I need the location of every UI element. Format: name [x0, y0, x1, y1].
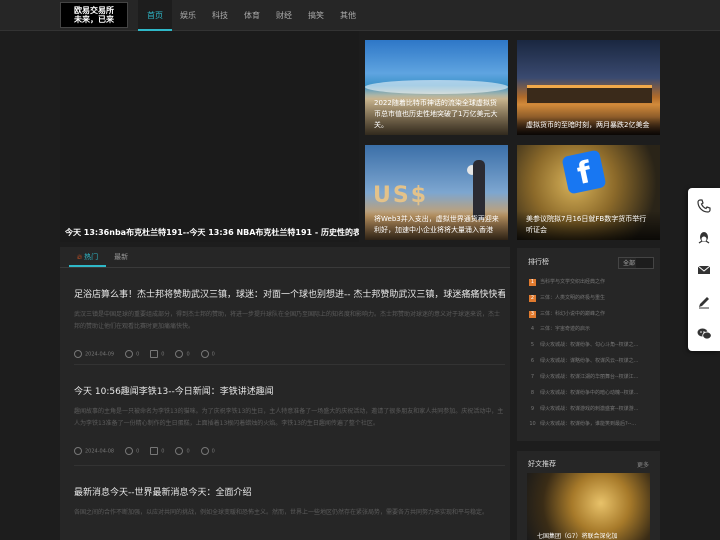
tile-image-building: [527, 85, 652, 103]
article-meta: 2024-04-08 0 0 0 0: [74, 447, 505, 455]
article-comments[interactable]: 0: [150, 350, 164, 358]
nav-tech[interactable]: 科技: [204, 0, 236, 31]
nav-entertainment[interactable]: 娱乐: [172, 0, 204, 31]
facebook-logo-icon: f: [561, 149, 607, 195]
article-title[interactable]: 最新消息今天--世界最新消息今天：全面介绍: [74, 485, 505, 498]
ranking-filter[interactable]: 全部: [618, 257, 654, 269]
tab-latest[interactable]: 最新: [106, 247, 136, 267]
ranking-item[interactable]: 2 三体：人类文明的终极与重生: [529, 294, 654, 303]
tile-caption[interactable]: 虚拟货币的至暗时刻，两月暴跌2亿美金: [517, 117, 660, 135]
nav-funny[interactable]: 搞笑: [300, 0, 332, 31]
qq-icon[interactable]: [694, 228, 714, 248]
article-item[interactable]: 今天 10:56趣闻李铁13--今日新闻：李铁讲述趣闻 趣闻故事的主角是一只被命…: [74, 384, 505, 466]
tile-image-wave: [365, 80, 508, 94]
clock-icon: [74, 447, 82, 455]
mail-icon[interactable]: [694, 260, 714, 280]
ranking-item[interactable]: 10 绿火攻城战：权谋纷争，谁能笑到最后?--...: [529, 420, 654, 429]
article-date: 2024-04-08: [74, 447, 114, 455]
recommend-title: 好文推荐: [528, 460, 556, 468]
article-likes[interactable]: 0: [175, 447, 190, 455]
clock-icon: [74, 350, 82, 358]
comment-icon: [150, 350, 159, 358]
recommend-panel: 好文推荐 更多 七国集团（G7）将联合深化加: [517, 451, 660, 540]
logo-line2: 未来，已来: [74, 15, 114, 24]
tab-hot[interactable]: 🔥︎ 热门: [69, 247, 107, 267]
nav-home[interactable]: 首页: [138, 0, 172, 31]
phone-icon[interactable]: [694, 196, 714, 216]
ranking-item[interactable]: 4 三体：宇宙奇迹的启示: [529, 325, 654, 334]
nav-sports[interactable]: 体育: [236, 0, 268, 31]
feature-tile-4[interactable]: f 美参议院拟7月16日就FB数字货币举行听证会: [517, 145, 660, 240]
ranking-panel: 排行榜 全部 1 当科学与文学交织出经典之作 2 三体：人类文明的终极与重生 3 三体…: [517, 248, 660, 441]
ranking-item[interactable]: 3 三体：科幻小说中的巅峰之作: [529, 310, 654, 319]
article-summary: 趣闻故事的主角是一只被命名为李铁13的猫咪。为了庆祝李铁13的生日，主人特意准备…: [74, 408, 504, 427]
article-comments[interactable]: 0: [150, 447, 164, 455]
feature-tile-1[interactable]: 2022随着比特币神话的流染全球虚拟货币总市值也历史性地突破了1万亿美元大关。: [365, 40, 508, 135]
article-meta: 2024-04-09 0 0 0 0: [74, 350, 505, 358]
article-likes[interactable]: 0: [175, 350, 190, 358]
fire-icon: 🔥︎: [77, 253, 83, 261]
ranking-item[interactable]: 9 绿火攻城战：权谋游戏的刺激盛宴--权谋游...: [529, 405, 654, 414]
tab-hot-label: 热门: [84, 253, 99, 261]
article-item[interactable]: 足浴店算么事！杰士邦将赞助武汉三镇，球迷：对面一个球也别想进-- 杰士邦赞助武汉…: [74, 287, 505, 365]
article-tabs: 🔥︎ 热门 最新: [60, 247, 510, 268]
heart-icon: [200, 447, 209, 455]
article-views: 0: [125, 350, 139, 358]
ranking-item[interactable]: 7 绿火攻城战：权谋江湖的华丽舞台--权谋江...: [529, 373, 654, 382]
hero-caption[interactable]: 今天 13:36nba布克杜兰特191--今天 13:36 NBA布克杜兰特19…: [60, 223, 359, 242]
tile-image-letters: US$: [373, 183, 429, 208]
hero-banner[interactable]: 今天 13:36nba布克杜兰特191--今天 13:36 NBA布克杜兰特19…: [60, 31, 359, 242]
article-list-panel: 🔥︎ 热门 最新 足浴店算么事！杰士邦将赞助武汉三镇，球迷：对面一个球也别想进--…: [60, 247, 510, 540]
article-date: 2024-04-09: [74, 350, 114, 358]
floating-contact-bar: [688, 188, 720, 351]
main-nav: 首页 娱乐 科技 体育 财经 搞笑 其他: [138, 0, 364, 31]
thumb-up-icon: [175, 447, 184, 455]
nav-finance[interactable]: 财经: [268, 0, 300, 31]
recommend-more-link[interactable]: 更多: [637, 460, 649, 469]
logo-line1: 欧易交易所: [74, 6, 114, 15]
edit-icon[interactable]: [694, 292, 714, 312]
article-favs[interactable]: 0: [200, 447, 215, 455]
top-nav-bar: 欧易交易所 未来，已来 首页 娱乐 科技 体育 财经 搞笑 其他: [0, 0, 720, 31]
site-logo[interactable]: 欧易交易所 未来，已来: [60, 2, 128, 28]
feature-tile-3[interactable]: US$ 将Web3并入支出，虚拟世界通货再迎来利好，加速中小企业将将大量涌入香港: [365, 145, 508, 240]
ranking-item[interactable]: 8 绿火攻城战：权谋纷争中的暗心动魄--权谋...: [529, 389, 654, 398]
feature-tile-2[interactable]: 虚拟货币的至暗时刻，两月暴跌2亿美金: [517, 40, 660, 135]
article-views: 0: [125, 447, 139, 455]
thumb-up-icon: [175, 350, 184, 358]
wechat-icon[interactable]: [694, 324, 714, 344]
eye-icon: [125, 350, 134, 358]
comment-icon: [150, 447, 159, 455]
article-item[interactable]: 最新消息今天--世界最新消息今天：全面介绍 各国之间的合作不断加强，以应对共同的…: [74, 485, 505, 540]
article-summary: 武汉三镇是中国足球的重要组成部分，得到杰士邦的赞助，将进一步提升球队在全国乃至国…: [74, 311, 501, 330]
tile-caption[interactable]: 2022随着比特币神话的流染全球虚拟货币总市值也历史性地突破了1万亿美元大关。: [365, 95, 508, 135]
article-title[interactable]: 足浴店算么事！杰士邦将赞助武汉三镇，球迷：对面一个球也别想进-- 杰士邦赞助武汉…: [74, 287, 505, 300]
ranking-item[interactable]: 5 绿火攻城战：权谋纷争、勾心斗角--权谋之...: [529, 341, 654, 350]
article-favs[interactable]: 0: [200, 350, 215, 358]
nav-other[interactable]: 其他: [332, 0, 364, 31]
article-title[interactable]: 今天 10:56趣闻李铁13--今日新闻：李铁讲述趣闻: [74, 384, 505, 397]
tile-caption[interactable]: 美参议院拟7月16日就FB数字货币举行听证会: [517, 211, 660, 240]
article-summary: 各国之间的合作不断加强，以应对共同的挑战，例如全球变暖和恐怖主义。然而，世界上一…: [74, 509, 489, 516]
tile-caption[interactable]: 将Web3并入支出，虚拟世界通货再迎来利好，加速中小企业将将大量涌入香港: [365, 211, 508, 240]
heart-icon: [200, 350, 209, 358]
eye-icon: [125, 447, 134, 455]
recommend-image[interactable]: 七国集团（G7）将联合深化加: [527, 473, 650, 540]
recommend-caption[interactable]: 七国集团（G7）将联合深化加: [537, 531, 617, 540]
ranking-item[interactable]: 1 当科学与文学交织出经典之作: [529, 278, 654, 287]
ranking-title: 排行榜: [528, 258, 549, 266]
ranking-item[interactable]: 6 绿火攻城战：谋略纷争、权谋风云--权谋之...: [529, 357, 654, 366]
